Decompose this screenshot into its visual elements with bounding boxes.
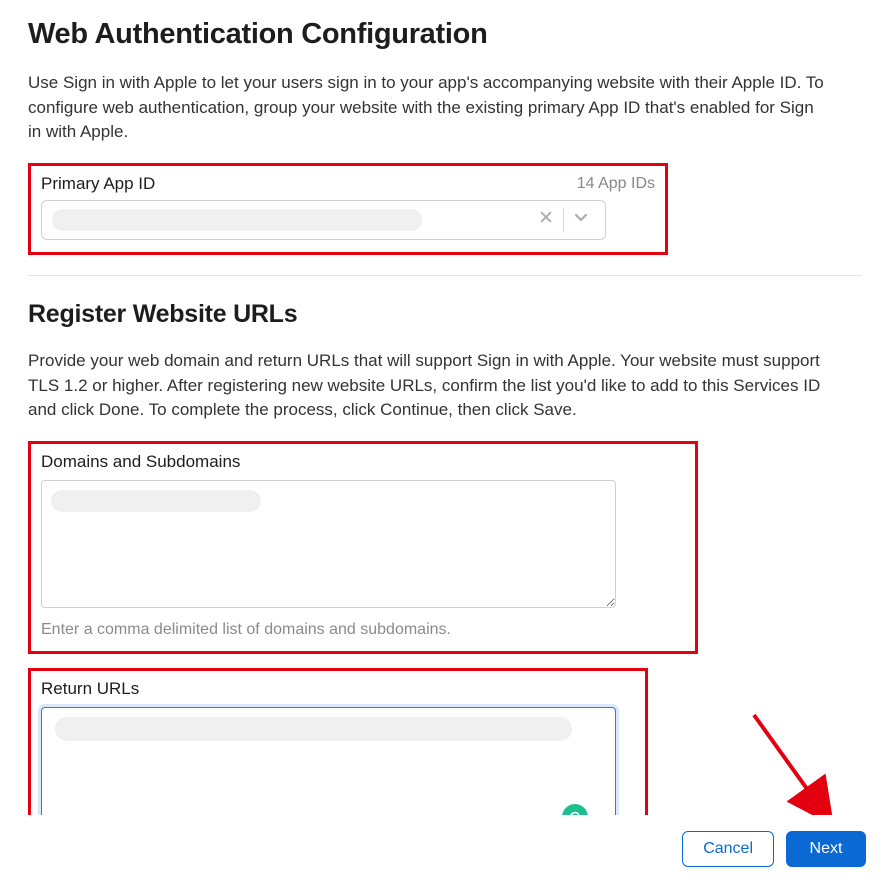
domains-input[interactable] xyxy=(41,480,616,608)
primary-app-id-value-redacted xyxy=(52,209,422,231)
return-urls-input[interactable] xyxy=(41,707,616,815)
clear-selection-button[interactable] xyxy=(532,206,560,234)
config-scroll-area[interactable]: Web Authentication Configuration Use Sig… xyxy=(0,0,890,815)
domains-helper-text: Enter a comma delimited list of domains … xyxy=(41,621,616,639)
cancel-button[interactable]: Cancel xyxy=(682,831,774,867)
next-button[interactable]: Next xyxy=(786,831,866,867)
webauth-description: Use Sign in with Apple to let your users… xyxy=(28,71,828,145)
page-title: Web Authentication Configuration xyxy=(28,18,862,51)
register-urls-description: Provide your web domain and return URLs … xyxy=(28,349,828,423)
primary-app-id-label: Primary App ID xyxy=(41,174,155,194)
combo-divider xyxy=(563,208,564,232)
return-urls-label: Return URLs xyxy=(41,679,616,699)
domains-callout: Domains and Subdomains Enter a comma del… xyxy=(28,441,698,654)
return-urls-callout: Return URLs Enter a comma xyxy=(28,668,648,815)
primary-app-id-dropdown-toggle[interactable] xyxy=(567,206,595,234)
domains-label: Domains and Subdomains xyxy=(41,452,616,472)
section-divider xyxy=(28,275,862,276)
primary-app-id-select[interactable] xyxy=(41,200,606,240)
register-urls-title: Register Website URLs xyxy=(28,300,862,329)
primary-app-id-count: 14 App IDs xyxy=(577,175,655,193)
chevron-down-icon xyxy=(573,209,589,230)
close-icon xyxy=(539,210,553,229)
primary-app-id-callout: Primary App ID 14 App IDs xyxy=(28,163,668,255)
dialog-footer: Cancel Next xyxy=(0,815,890,883)
